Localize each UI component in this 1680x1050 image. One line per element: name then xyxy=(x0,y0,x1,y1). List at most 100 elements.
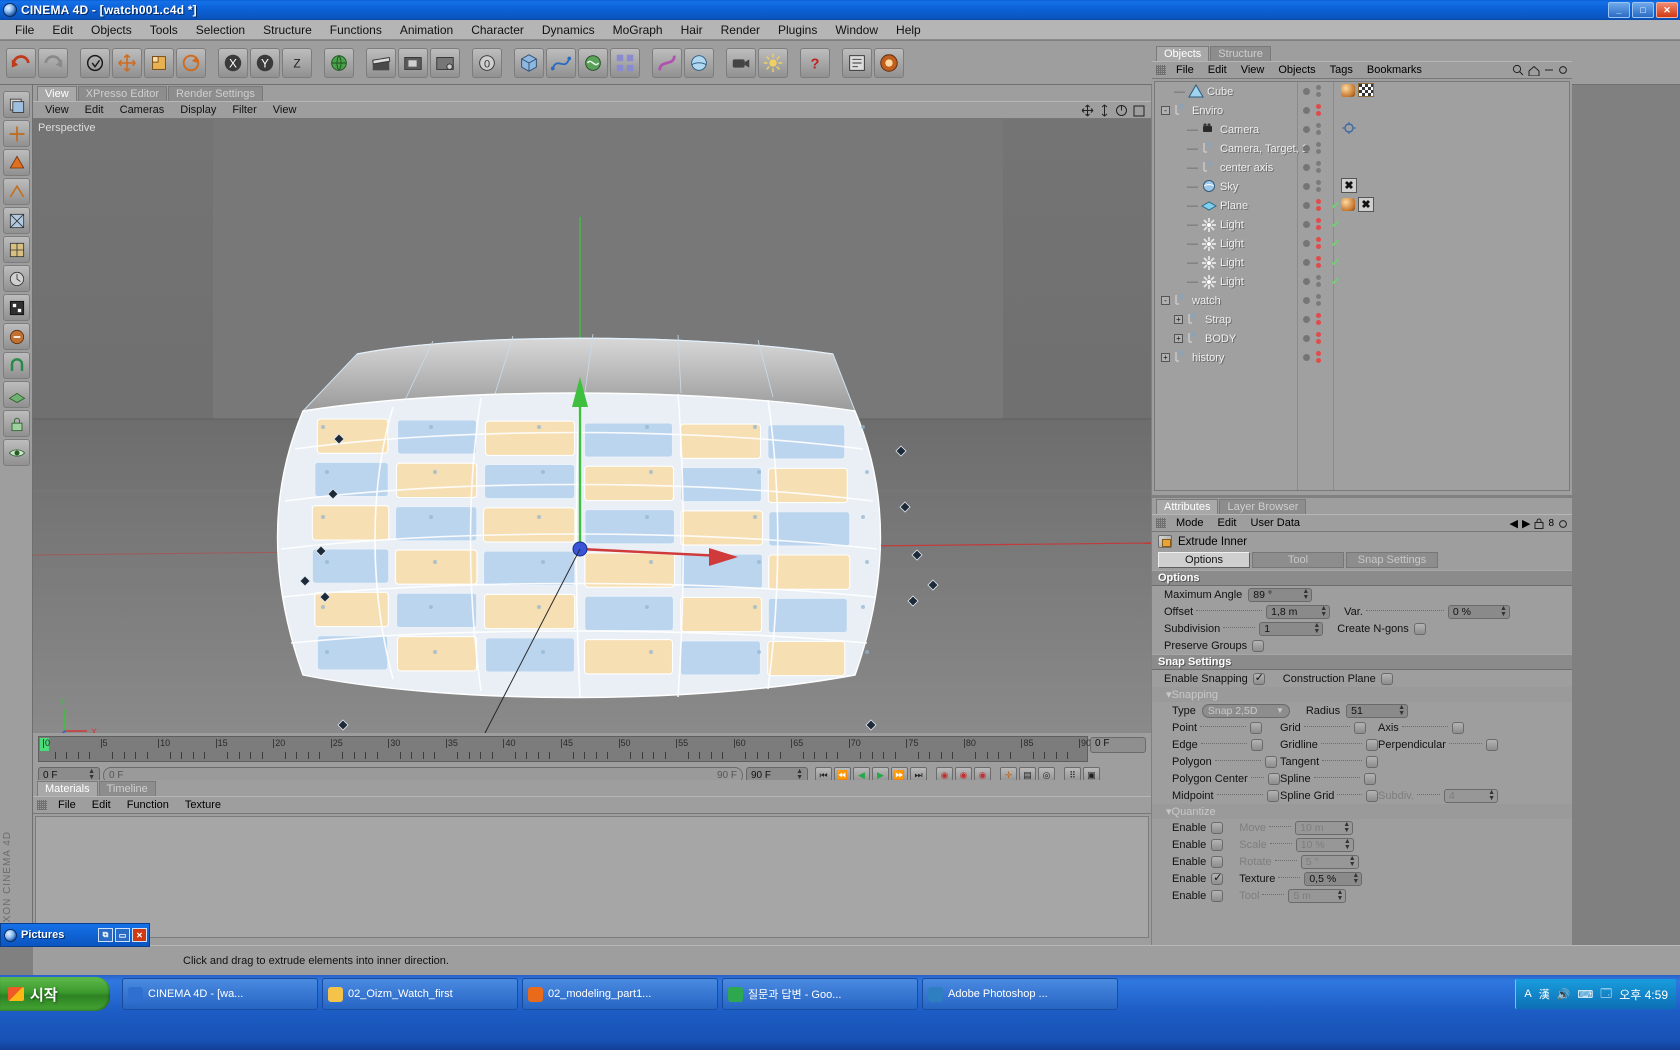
object-row-plane[interactable]: — Plane ✔ ✖ xyxy=(1155,196,1569,215)
render-visibility-dots[interactable] xyxy=(1316,237,1321,249)
tab-attributes[interactable]: Attributes xyxy=(1156,499,1219,514)
menu-animation[interactable]: Animation xyxy=(391,21,462,39)
render-visibility-dots[interactable] xyxy=(1316,123,1321,135)
quantize-tool-checkbox[interactable] xyxy=(1211,889,1224,902)
deformer-lock[interactable] xyxy=(3,410,30,437)
subdivision-spinner[interactable]: ▲ ▼ xyxy=(1313,622,1320,635)
maximum-angle-spinner[interactable]: ▲ ▼ xyxy=(1302,588,1309,601)
deformer[interactable] xyxy=(652,47,682,78)
render-visibility-dots[interactable] xyxy=(1316,313,1321,325)
tray-icon-4[interactable]: 🗔 xyxy=(1600,985,1612,1004)
redo-button[interactable] xyxy=(38,47,68,78)
editor-visibility-dot[interactable] xyxy=(1303,164,1310,171)
object-row-camera[interactable]: — Camera xyxy=(1155,120,1569,139)
tool-tab-snap-settings[interactable]: Snap Settings xyxy=(1346,552,1438,568)
editor-visibility-dot[interactable] xyxy=(1303,202,1310,209)
objects-menu-file[interactable]: File xyxy=(1169,63,1201,77)
render-view[interactable] xyxy=(366,47,396,78)
edge-mode[interactable] xyxy=(3,178,30,205)
editor-visibility-dot[interactable] xyxy=(1303,354,1310,361)
menu-structure[interactable]: Structure xyxy=(254,21,321,39)
object-row-visibility-dots[interactable]: ✔ xyxy=(1303,275,1340,288)
preserve-groups-checkbox[interactable] xyxy=(1252,639,1265,652)
snap-subdiv-field[interactable]: 4 ▲ ▼ xyxy=(1444,788,1498,803)
close-button[interactable]: ✕ xyxy=(1656,2,1678,18)
object-row-cube[interactable]: — Cube xyxy=(1155,82,1569,101)
compositing-tag-icon[interactable]: ✖ xyxy=(1341,178,1357,193)
snap-polygon-center-checkbox[interactable] xyxy=(1268,772,1280,785)
viewport-canvas[interactable]: Perspective Y X xyxy=(33,119,1151,733)
object-row-enviro[interactable]: - 0 Enviro xyxy=(1155,101,1569,120)
render-region[interactable] xyxy=(398,47,428,78)
spline-pen[interactable] xyxy=(546,47,576,78)
quantize-texture-field[interactable]: 0,5 % ▲ ▼ xyxy=(1304,871,1363,886)
render-visibility-dots[interactable] xyxy=(1316,294,1321,306)
close-panel-icon[interactable] xyxy=(1558,65,1568,75)
taskbar-item-photoshop[interactable]: Adobe Photoshop ... xyxy=(922,978,1118,1010)
object-row-visibility-dots[interactable] xyxy=(1303,85,1321,97)
enable-snapping-checkbox[interactable] xyxy=(1252,671,1265,685)
create-ngons-checkbox[interactable] xyxy=(1413,622,1426,635)
menu-render[interactable]: Render xyxy=(712,21,769,39)
snap-spline-checkbox[interactable] xyxy=(1363,772,1376,785)
object-row-visibility-dots[interactable] xyxy=(1303,161,1321,173)
menu-window[interactable]: Window xyxy=(826,21,887,39)
snap-radius-spinner[interactable]: ▲ ▼ xyxy=(1398,704,1405,717)
offset-field[interactable]: 1,8 m ▲ ▼ xyxy=(1266,604,1331,619)
quantize-subheader[interactable]: ▾Quantize xyxy=(1152,804,1572,819)
attributes-grip-icon[interactable] xyxy=(1156,518,1166,528)
object-row-center-axis[interactable]: —0 center axis xyxy=(1155,158,1569,177)
render-visibility-dots[interactable] xyxy=(1316,85,1321,97)
tool-tab-options[interactable]: Options xyxy=(1158,552,1250,568)
object-row-light[interactable]: — Light ✔ xyxy=(1155,272,1569,291)
subdivision-field[interactable]: 1 ▲ ▼ xyxy=(1259,621,1324,636)
attributes-menu-mode[interactable]: Mode xyxy=(1169,516,1211,530)
construction-plane-checkbox[interactable] xyxy=(1380,672,1393,685)
render-settings[interactable] xyxy=(430,47,460,78)
tree-expander[interactable]: - xyxy=(1161,106,1170,115)
tab-layer-browser[interactable]: Layer Browser xyxy=(1219,499,1307,514)
materials-menu-edit[interactable]: Edit xyxy=(84,798,119,812)
object-row-visibility-dots[interactable] xyxy=(1303,351,1321,363)
editor-visibility-dot[interactable] xyxy=(1303,259,1310,266)
rotate-tool[interactable] xyxy=(176,47,206,78)
tab-timeline[interactable]: Timeline xyxy=(98,781,156,796)
tray-icon-1[interactable]: 漢 xyxy=(1539,986,1550,1002)
quantize-move-field[interactable]: 10 m ▲ ▼ xyxy=(1295,820,1354,835)
render-visibility-dots[interactable] xyxy=(1316,275,1321,287)
object-row-history[interactable]: +0 history xyxy=(1155,348,1569,367)
editor-visibility-dot[interactable] xyxy=(1303,221,1310,228)
pictures-maximize-button[interactable]: ▭ xyxy=(115,928,130,942)
object-row-visibility-dots[interactable]: ✔ xyxy=(1303,237,1340,250)
script-manager[interactable] xyxy=(842,47,872,78)
menu-objects[interactable]: Objects xyxy=(82,21,141,39)
menu-file[interactable]: File xyxy=(6,21,43,39)
object-row-camera-target-1[interactable]: —0 Camera, Target, 1 xyxy=(1155,139,1569,158)
taskbar-item-c4d[interactable]: CINEMA 4D - [wa... xyxy=(122,978,318,1010)
snap-perpendicular-checkbox[interactable] xyxy=(1486,738,1498,751)
objects-menu-tags[interactable]: Tags xyxy=(1323,63,1360,77)
quantize-scale-checkbox[interactable] xyxy=(1211,838,1224,851)
quantize-texture-checkbox[interactable] xyxy=(1211,871,1224,885)
object-axis-mode[interactable] xyxy=(3,120,30,147)
zoom-icon[interactable] xyxy=(1099,104,1110,117)
editor-visibility-dot[interactable] xyxy=(1303,297,1310,304)
objects-menu-edit[interactable]: Edit xyxy=(1201,63,1234,77)
material-tag-icon[interactable] xyxy=(1341,83,1355,97)
axis-lock-z[interactable]: Z xyxy=(282,47,312,78)
object-row-body[interactable]: +0 BODY xyxy=(1155,329,1569,348)
object-row-sky[interactable]: — Sky ✖ xyxy=(1155,177,1569,196)
viewport-menu-display[interactable]: Display xyxy=(172,103,224,117)
panel-grip-icon[interactable] xyxy=(37,800,47,810)
quantize-rotate-checkbox[interactable] xyxy=(1211,855,1224,868)
tree-expander[interactable]: + xyxy=(1161,353,1170,362)
tree-expander[interactable]: + xyxy=(1174,315,1183,324)
object-row-visibility-dots[interactable] xyxy=(1303,104,1321,116)
search-icon[interactable] xyxy=(1512,64,1524,76)
object-tree-list[interactable]: — Cube -0 Enviro — Camera —0 Camera, Target, 1—… xyxy=(1154,81,1570,491)
object-row-light[interactable]: — Light ✔ xyxy=(1155,234,1569,253)
nurbs-generator[interactable] xyxy=(578,47,608,78)
render-visibility-dots[interactable] xyxy=(1316,199,1321,211)
tab-objects[interactable]: Objects xyxy=(1156,46,1210,61)
menu-hair[interactable]: Hair xyxy=(672,21,712,39)
